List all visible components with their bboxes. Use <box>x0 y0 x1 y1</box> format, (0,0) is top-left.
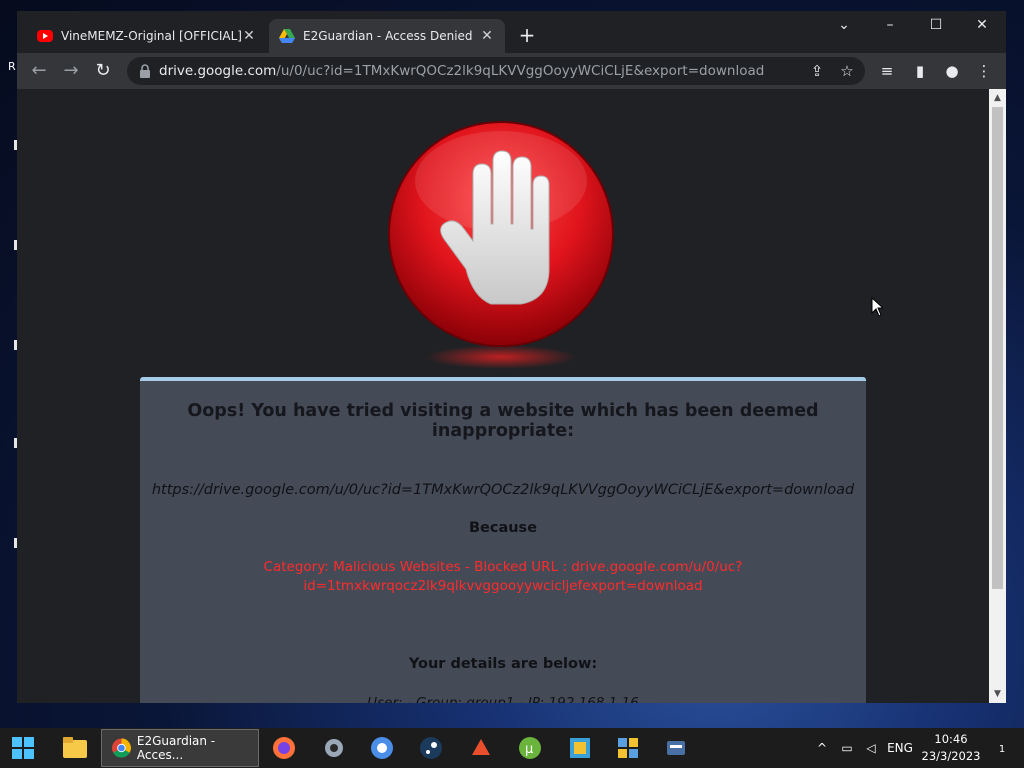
browser-window: VineMEMZ-Original [OFFICIAL] F ✕ E2Guard… <box>17 11 1006 703</box>
close-tab-icon[interactable]: ✕ <box>479 28 495 44</box>
tab-title: E2Guardian - Access Denied <box>303 29 473 43</box>
app-button[interactable] <box>610 732 646 764</box>
tab-e2guardian[interactable]: E2Guardian - Access Denied ✕ <box>269 19 505 53</box>
app-icon <box>667 741 685 755</box>
youtube-icon <box>37 30 53 42</box>
notification-count: 1 <box>998 744 1006 755</box>
utorrent-icon: µ <box>519 737 541 759</box>
desktop-icon[interactable] <box>0 538 20 548</box>
side-panel-icon[interactable]: ▮ <box>904 55 936 87</box>
mouse-cursor-icon <box>871 297 883 317</box>
because-label: Because <box>468 520 538 536</box>
folder-icon <box>63 737 87 758</box>
taskbar-chrome-task[interactable]: E2Guardian - Acces... <box>101 729 259 767</box>
browser-toolbar: ← → ↻ drive.google.com/u/0/uc?id=1TMxKwr… <box>17 53 1006 89</box>
close-tab-icon[interactable]: ✕ <box>241 28 257 44</box>
utorrent-button[interactable]: µ <box>512 732 548 764</box>
profile-icon[interactable]: ● <box>936 55 968 87</box>
forward-button[interactable]: → <box>55 55 87 87</box>
taskbar: E2Guardian - Acces... µ ^ ▭ ◁ ENG 10:46 … <box>0 728 1024 768</box>
app-button[interactable] <box>463 732 499 764</box>
desktop-icon[interactable] <box>0 240 20 250</box>
firefox-button[interactable] <box>266 732 302 764</box>
tab-title: VineMEMZ-Original [OFFICIAL] F <box>61 29 241 43</box>
file-explorer-button[interactable] <box>56 732 92 764</box>
app-icon <box>618 738 638 758</box>
steam-button[interactable] <box>413 732 449 764</box>
share-icon[interactable]: ⇪ <box>803 57 831 85</box>
reload-button[interactable]: ↻ <box>87 55 119 87</box>
chromium-icon <box>371 737 393 759</box>
block-reason: Category: Malicious Websites - Blocked U… <box>263 559 743 594</box>
lock-icon[interactable] <box>139 64 151 78</box>
notifications-button[interactable]: 1 <box>990 728 1014 768</box>
desktop-icon[interactable]: R <box>0 60 18 73</box>
address-host: drive.google.com <box>159 63 277 79</box>
volume-muted-icon[interactable]: ◁ <box>860 728 882 768</box>
new-tab-button[interactable]: + <box>515 23 539 47</box>
firefox-icon <box>273 737 295 759</box>
menu-kebab-icon[interactable]: ⋮ <box>968 55 1000 87</box>
back-button[interactable]: ← <box>23 55 55 87</box>
address-bar[interactable]: drive.google.com/u/0/uc?id=1TMxKwrQOCz2l… <box>127 57 865 85</box>
windows-icon <box>12 737 34 759</box>
app-button[interactable] <box>562 732 598 764</box>
user-details: User: - Group: group1 - IP: 192.168.1.16 <box>367 695 639 703</box>
desktop-icon[interactable] <box>0 438 20 448</box>
task-label: E2Guardian - Acces... <box>136 734 216 762</box>
clock-time: 10:46 <box>934 732 968 746</box>
app-icon <box>472 739 490 755</box>
minimize-button[interactable]: – <box>867 11 913 41</box>
desktop-icon[interactable] <box>0 340 20 350</box>
network-icon[interactable]: ▭ <box>836 728 858 768</box>
blocked-url: https://drive.google.com/u/0/uc?id=1TMxK… <box>151 482 855 498</box>
page-viewport: Oops! You have tried visiting a website … <box>17 89 989 703</box>
tab-strip: VineMEMZ-Original [OFFICIAL] F ✕ E2Guard… <box>17 11 1006 53</box>
page-scrollbar[interactable]: ▲ ▼ <box>989 89 1006 703</box>
media-control-icon[interactable]: ≡ <box>871 55 903 87</box>
google-drive-icon <box>279 28 295 44</box>
app-icon <box>570 738 590 758</box>
chrome-icon <box>112 738 131 758</box>
clock[interactable]: 10:46 23/3/2023 <box>920 731 982 765</box>
language-indicator[interactable]: ENG <box>884 728 916 768</box>
maximize-button[interactable]: ☐ <box>913 11 959 41</box>
desktop-icon[interactable] <box>0 140 20 150</box>
gear-icon <box>325 739 343 757</box>
scrollbar-thumb[interactable] <box>992 107 1003 589</box>
page-heading: Oops! You have tried visiting a website … <box>187 401 819 441</box>
scroll-up-icon[interactable]: ▲ <box>989 91 1006 105</box>
scroll-down-icon[interactable]: ▼ <box>989 687 1006 701</box>
bookmark-star-icon[interactable]: ☆ <box>833 57 861 85</box>
details-heading: Your details are below: <box>408 656 598 672</box>
browser-app-button[interactable] <box>364 732 400 764</box>
stop-hand-icon <box>388 121 614 369</box>
address-path: /u/0/uc?id=1TMxKwrQOCz2lk9qLKVVggOoyyWCi… <box>276 63 765 79</box>
steam-icon <box>420 737 442 759</box>
show-hidden-icons-icon[interactable]: ^ <box>812 728 832 768</box>
close-window-button[interactable]: ✕ <box>959 11 1005 41</box>
app-button[interactable] <box>658 732 694 764</box>
settings-button[interactable] <box>316 732 352 764</box>
svg-text:µ: µ <box>525 742 533 757</box>
tab-vinememz[interactable]: VineMEMZ-Original [OFFICIAL] F ✕ <box>27 19 267 53</box>
clock-date: 23/3/2023 <box>921 749 981 763</box>
access-denied-panel: Oops! You have tried visiting a website … <box>140 377 866 703</box>
start-button[interactable] <box>5 732 41 764</box>
tab-search-icon[interactable]: ⌄ <box>821 11 867 41</box>
